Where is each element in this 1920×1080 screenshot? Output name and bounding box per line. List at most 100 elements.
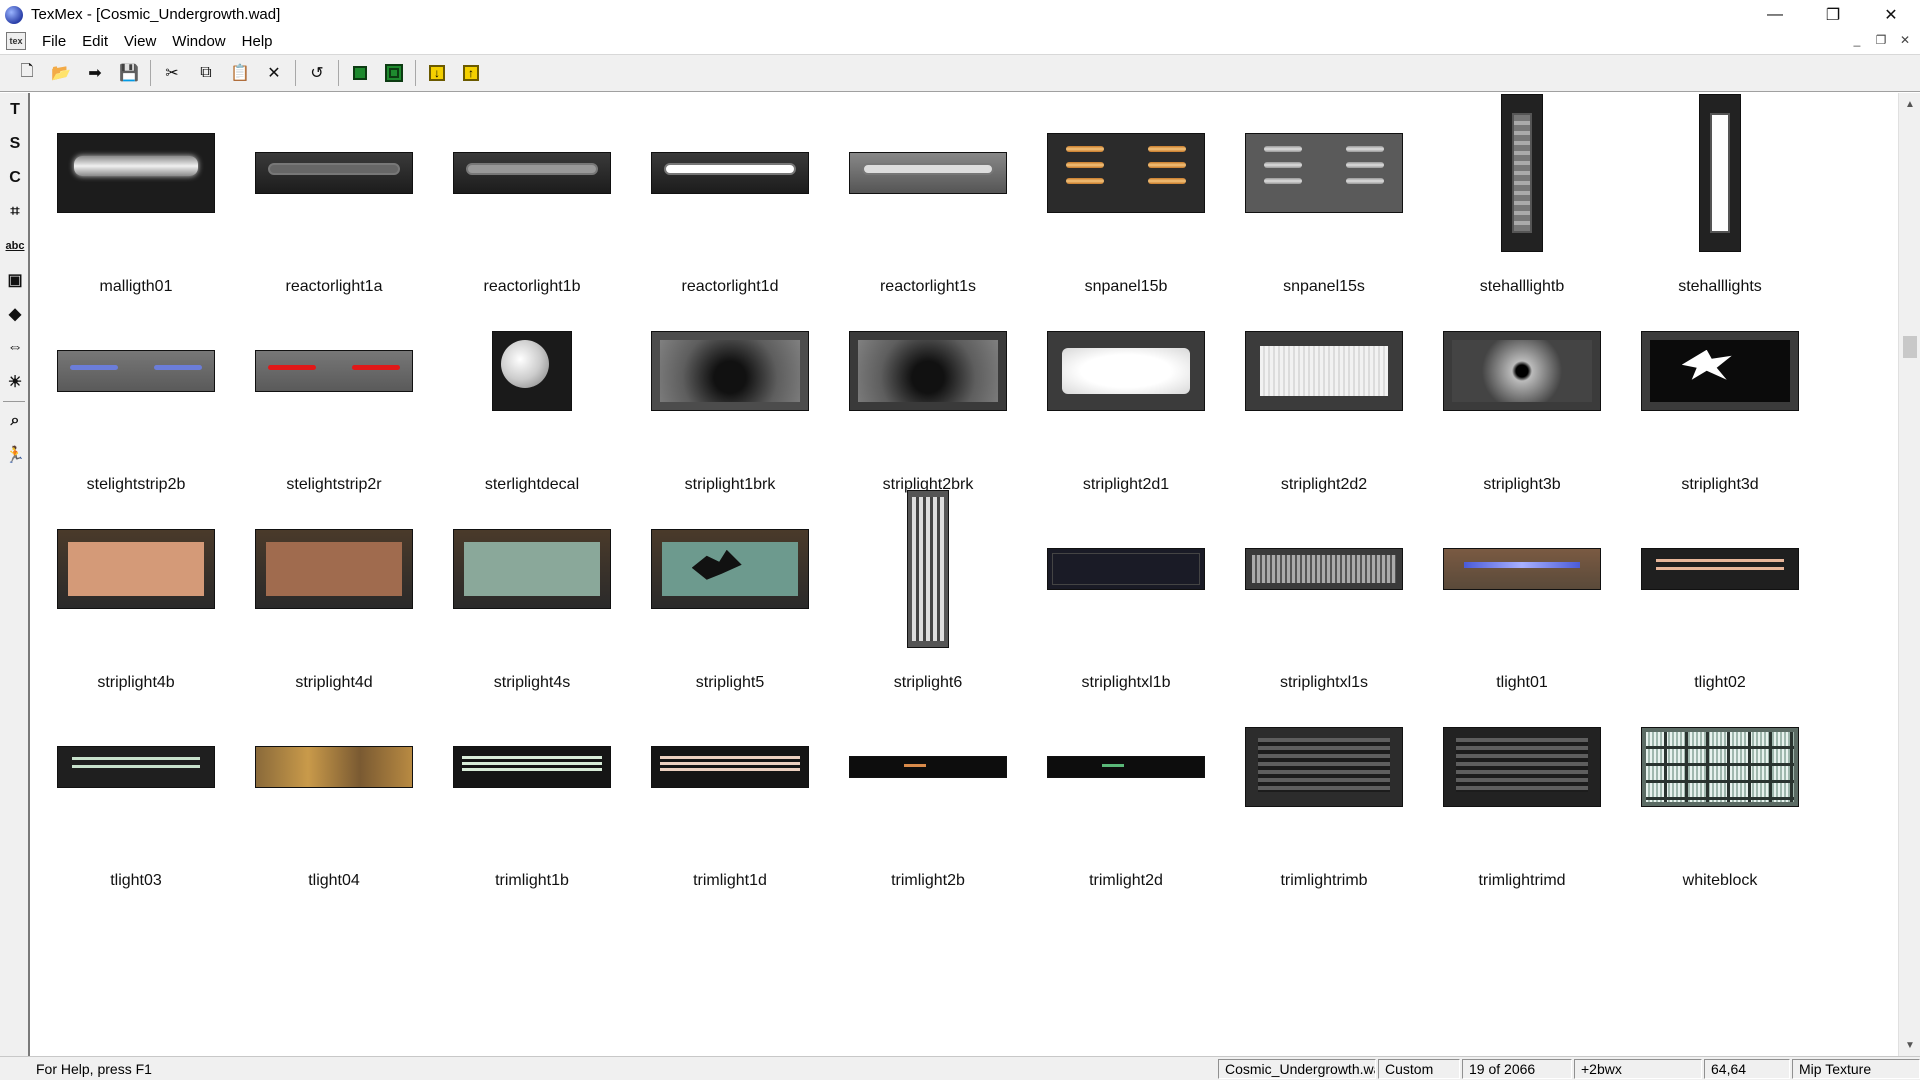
texture-item[interactable]: trimlightrimd [1423,687,1621,889]
texture-thumbnail[interactable] [1244,132,1404,214]
texture-thumbnail[interactable] [1501,93,1543,253]
menu-file[interactable]: File [34,30,74,52]
open-button[interactable]: 📂 [44,58,78,88]
menu-help[interactable]: Help [234,30,281,52]
texture-thumbnail[interactable] [1244,548,1404,590]
texture-thumbnail[interactable] [650,528,810,610]
green-square-button[interactable] [343,58,377,88]
text-tool-button[interactable]: T [0,93,30,127]
resize-tool-button[interactable]: ⇔ [0,331,30,365]
texture-item[interactable]: striplight4s [433,489,631,691]
texture-item[interactable]: striplightxl1b [1027,489,1225,691]
texture-thumbnail[interactable] [1640,548,1800,590]
texture-item[interactable]: reactorlight1a [235,93,433,295]
texture-item[interactable]: striplight6 [829,489,1027,691]
texture-thumbnail[interactable] [1046,756,1206,778]
document-icon[interactable]: tex [6,32,26,50]
texture-thumbnail[interactable] [650,746,810,788]
new-button[interactable]: 🗋 [10,58,44,88]
s-tool-button[interactable]: S [0,127,30,161]
texture-item[interactable]: reactorlight1b [433,93,631,295]
menu-view[interactable]: View [116,30,164,52]
run-tool-button[interactable]: 🏃 [0,438,30,472]
texture-thumbnail[interactable] [848,330,1008,412]
texture-item[interactable]: stehalllightb [1423,93,1621,295]
doc-minimize-button[interactable]: _ [1846,31,1868,49]
texture-item[interactable]: malligth01 [37,93,235,295]
texture-item[interactable]: reactorlight1s [829,93,1027,295]
texture-thumbnail[interactable] [1244,726,1404,808]
texture-thumbnail[interactable] [254,746,414,788]
texture-thumbnail[interactable] [1244,330,1404,412]
green-square-large-button[interactable] [377,58,411,88]
texture-item[interactable]: sterlightdecal [433,291,631,493]
scroll-down-arrow-icon[interactable]: ▼ [1899,1034,1920,1056]
texture-thumbnail[interactable] [56,350,216,392]
save-button[interactable]: 💾 [112,58,146,88]
texture-thumbnail[interactable] [56,528,216,610]
texture-thumbnail[interactable] [254,152,414,194]
texture-thumbnail[interactable] [491,330,573,412]
maximize-button[interactable]: ❐ [1804,0,1862,29]
texture-thumbnail[interactable] [1640,726,1800,808]
undo-button[interactable]: ↺ [300,58,334,88]
texture-item[interactable]: stehalllights [1621,93,1819,295]
texture-thumbnail[interactable] [1442,726,1602,808]
zoom-tool-button[interactable]: ⌕ [0,404,30,438]
texture-item[interactable]: striplight2d2 [1225,291,1423,493]
brightness-tool-button[interactable]: ☀ [0,365,30,399]
texture-item[interactable]: striplight1brk [631,291,829,493]
texture-thumbnail[interactable] [1442,548,1602,590]
crop-tool-button[interactable]: ⌗ [0,195,30,229]
texture-thumbnail[interactable] [907,489,949,649]
layer-tool-button[interactable]: ▣ [0,263,30,297]
texture-thumbnail[interactable] [56,132,216,214]
texture-item[interactable]: striplight3d [1621,291,1819,493]
texture-item[interactable]: reactorlight1d [631,93,829,295]
texture-thumbnail[interactable] [452,746,612,788]
texture-thumbnail[interactable] [254,528,414,610]
texture-item[interactable]: striplight4b [37,489,235,691]
cut-button[interactable]: ✂ [155,58,189,88]
texture-thumbnail[interactable] [650,330,810,412]
texture-item[interactable]: trimlight1d [631,687,829,889]
texture-item[interactable]: trimlight2d [1027,687,1225,889]
texture-item[interactable]: stelightstrip2b [37,291,235,493]
texture-thumbnail[interactable] [1046,132,1206,214]
texture-item[interactable]: snpanel15b [1027,93,1225,295]
texture-item[interactable]: trimlight1b [433,687,631,889]
doc-close-button[interactable]: ✕ [1894,31,1916,49]
texture-item[interactable]: striplight2brk [829,291,1027,493]
texture-thumbnail[interactable] [254,350,414,392]
scroll-up-arrow-icon[interactable]: ▲ [1899,93,1920,115]
texture-item[interactable]: whiteblock [1621,687,1819,889]
texture-item[interactable]: striplightxl1s [1225,489,1423,691]
minimize-button[interactable]: — [1746,0,1804,29]
texture-item[interactable]: tlight04 [235,687,433,889]
abc-tool-button[interactable]: abc [0,229,30,263]
scroll-thumb[interactable] [1903,336,1917,358]
texture-thumbnail[interactable] [1699,93,1741,253]
texture-item[interactable]: striplight5 [631,489,829,691]
texture-item[interactable]: tlight02 [1621,489,1819,691]
arrow-right-button[interactable]: ➡ [78,58,112,88]
yellow-import-button[interactable]: ↓ [420,58,454,88]
close-button[interactable]: ✕ [1862,0,1920,29]
vertical-scrollbar[interactable]: ▲ ▼ [1898,93,1920,1056]
hue-tool-button[interactable]: ◆ [0,297,30,331]
texture-thumbnail[interactable] [1046,548,1206,590]
copy-button[interactable]: ⧉ [189,58,223,88]
texture-thumbnail[interactable] [1442,330,1602,412]
doc-restore-button[interactable]: ❐ [1870,31,1892,49]
texture-item[interactable]: striplight4d [235,489,433,691]
texture-thumbnail[interactable] [452,152,612,194]
rotate-tool-button[interactable]: C [0,161,30,195]
texture-item[interactable]: striplight2d1 [1027,291,1225,493]
yellow-export-button[interactable]: ↑ [454,58,488,88]
texture-item[interactable]: striplight3b [1423,291,1621,493]
texture-thumbnail[interactable] [848,152,1008,194]
texture-thumbnail[interactable] [1046,330,1206,412]
menu-window[interactable]: Window [164,30,233,52]
texture-item[interactable]: snpanel15s [1225,93,1423,295]
texture-thumbnail[interactable] [848,756,1008,778]
